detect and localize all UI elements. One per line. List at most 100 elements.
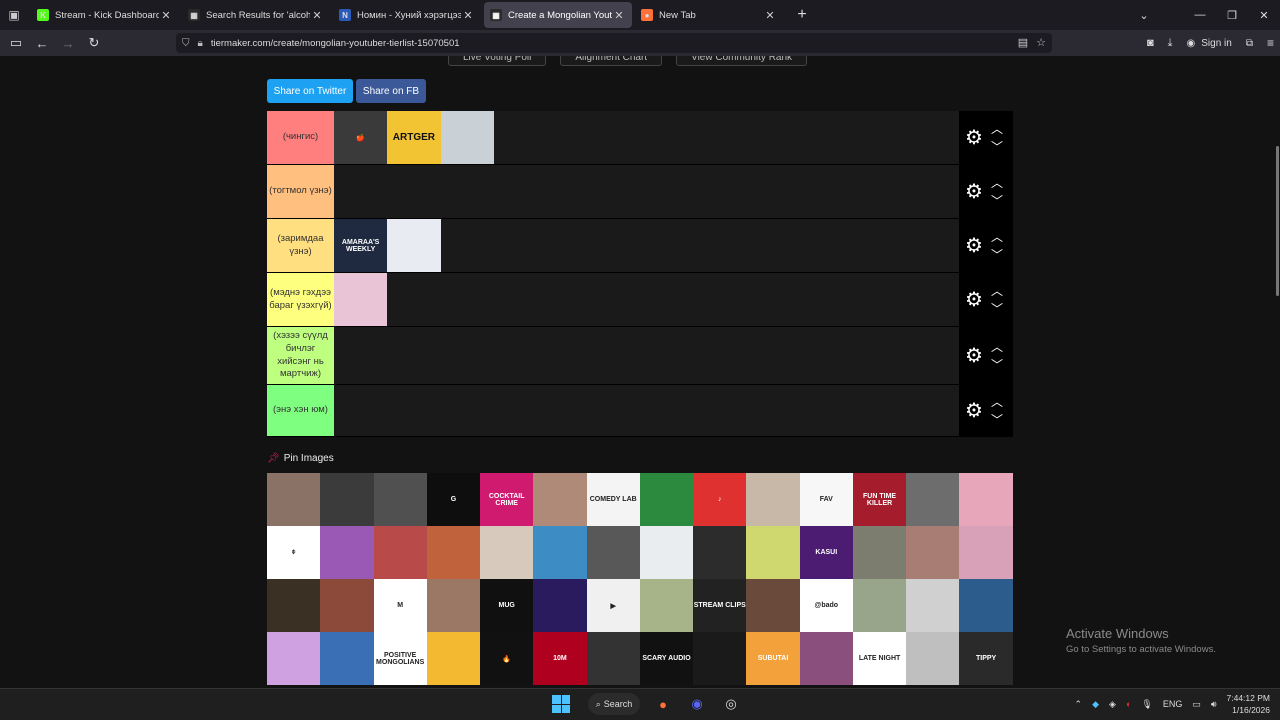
gear-icon[interactable]: ⚙ bbox=[961, 287, 987, 312]
tier-label[interactable]: (хэзээ сүүлд бичлэг хийсэнг нь мартчиж) bbox=[267, 327, 334, 384]
pool-image[interactable] bbox=[320, 526, 374, 579]
tab-close-icon[interactable]: ✕ bbox=[763, 9, 777, 22]
move-up-icon[interactable]: ︿ bbox=[991, 282, 1003, 300]
page-scrollbar[interactable] bbox=[1276, 146, 1279, 296]
pool-image[interactable]: @bado bbox=[799, 579, 853, 632]
pool-image[interactable] bbox=[426, 632, 481, 685]
language-indicator[interactable]: ENG bbox=[1163, 699, 1183, 709]
reload-icon[interactable]: ↻ bbox=[82, 31, 106, 55]
move-down-icon[interactable]: ﹀ bbox=[991, 411, 1003, 429]
tab-overview-icon[interactable]: ▣ bbox=[0, 0, 28, 30]
move-down-icon[interactable]: ﹀ bbox=[991, 300, 1003, 318]
browser-tab[interactable]: ● New Tab ✕ bbox=[635, 2, 783, 28]
pool-image[interactable]: ♪ bbox=[693, 473, 747, 526]
live-voting-poll-button[interactable]: Live Voting Poll bbox=[448, 56, 547, 66]
pool-image[interactable]: ⌽ bbox=[267, 526, 321, 579]
pool-image[interactable] bbox=[267, 579, 321, 632]
pool-image[interactable] bbox=[426, 526, 481, 579]
gear-icon[interactable]: ⚙ bbox=[961, 343, 987, 368]
apple-logo-image[interactable]: 🍎 bbox=[334, 111, 388, 164]
gear-icon[interactable]: ⚙ bbox=[961, 125, 987, 150]
pool-image[interactable]: G bbox=[426, 473, 481, 526]
pool-image[interactable] bbox=[533, 473, 587, 526]
tier-drop-zone[interactable] bbox=[334, 273, 959, 326]
address-bar[interactable]: ⛉ 🔒︎ tiermaker.com/create/mongolian-yout… bbox=[176, 33, 1052, 53]
pool-image[interactable]: LATE NIGHT bbox=[852, 632, 907, 685]
gear-icon[interactable]: ⚙ bbox=[961, 179, 987, 204]
pool-image[interactable] bbox=[693, 632, 747, 685]
lock-icon[interactable]: 🔒︎ bbox=[198, 38, 203, 49]
pool-image[interactable] bbox=[639, 473, 694, 526]
pool-image[interactable] bbox=[267, 473, 321, 526]
pool-image[interactable] bbox=[639, 526, 694, 579]
pool-image[interactable] bbox=[426, 579, 481, 632]
pool-image[interactable] bbox=[799, 632, 853, 685]
reader-view-icon[interactable]: ▤ bbox=[1018, 36, 1028, 49]
url-text[interactable]: tiermaker.com/create/mongolian-youtuber-… bbox=[211, 38, 460, 49]
tier-label[interactable]: (тогтмол үзнэ) bbox=[267, 165, 334, 218]
pool-image[interactable] bbox=[373, 526, 427, 579]
pool-image[interactable]: COCKTAIL CRIME bbox=[480, 473, 534, 526]
pool-image[interactable] bbox=[533, 579, 587, 632]
microphone-icon[interactable]: 🎙︎ bbox=[1141, 699, 1152, 710]
discord-taskbar-icon[interactable]: ◉ bbox=[686, 693, 708, 715]
pool-image[interactable] bbox=[906, 526, 960, 579]
bookmark-star-icon[interactable]: ☆ bbox=[1036, 36, 1046, 49]
tier-label[interactable]: (мэднэ гэхдээ бараг үзэхгүй) bbox=[267, 273, 334, 326]
windows-start-icon[interactable] bbox=[552, 695, 570, 713]
list-all-tabs-icon[interactable]: ⌄ bbox=[1128, 9, 1160, 22]
gear-icon[interactable]: ⚙ bbox=[961, 233, 987, 258]
pool-image[interactable] bbox=[480, 526, 534, 579]
tab-close-icon[interactable]: ✕ bbox=[461, 9, 475, 22]
browser-tab[interactable]: ▦ Search Results for 'alcohol' - Tie✕ bbox=[182, 2, 330, 28]
shield-icon[interactable]: ⛉ bbox=[182, 38, 190, 49]
two-girls-podcast-image[interactable] bbox=[334, 273, 388, 326]
clock[interactable]: 7:44:12 PM 1/16/2026 bbox=[1227, 692, 1270, 716]
tab-close-icon[interactable]: ✕ bbox=[310, 9, 324, 22]
pool-image[interactable] bbox=[906, 473, 960, 526]
pool-image[interactable]: 🔥 bbox=[480, 632, 534, 685]
steam-tray-icon[interactable]: ◈ bbox=[1109, 699, 1116, 710]
move-up-icon[interactable]: ︿ bbox=[991, 120, 1003, 138]
minimize-icon[interactable]: — bbox=[1184, 9, 1216, 21]
alignment-chart-button[interactable]: Alignment Chart bbox=[560, 56, 663, 66]
tray-app2-icon[interactable]: ◐ bbox=[1126, 699, 1131, 709]
pool-image[interactable]: TIPPY bbox=[959, 632, 1013, 685]
pool-image[interactable] bbox=[906, 632, 960, 685]
back-icon[interactable]: ← bbox=[30, 31, 54, 55]
globe-logo-image[interactable] bbox=[387, 219, 441, 272]
pool-image[interactable] bbox=[639, 579, 694, 632]
menu-icon[interactable]: ≡ bbox=[1267, 36, 1274, 50]
obs-taskbar-icon[interactable]: ◎ bbox=[720, 693, 742, 715]
firefox-taskbar-icon[interactable]: ● bbox=[652, 693, 674, 715]
pool-image[interactable]: ▶ bbox=[586, 579, 640, 632]
tier-drop-zone[interactable]: 🍎 ARTGER bbox=[334, 111, 959, 164]
share-twitter-button[interactable]: Share on Twitter bbox=[267, 79, 353, 103]
pool-image[interactable]: FAV bbox=[799, 473, 853, 526]
view-community-rank-button[interactable]: View Community Rank bbox=[676, 56, 808, 66]
pool-image[interactable] bbox=[533, 526, 587, 579]
pool-image[interactable]: KASUI bbox=[799, 526, 853, 579]
pool-image[interactable]: SUBUTAI bbox=[746, 632, 800, 685]
pool-image[interactable]: COMEDY LAB bbox=[586, 473, 640, 526]
restore-icon[interactable]: ❐ bbox=[1216, 9, 1248, 22]
tier-label[interactable]: (заримдаа үзнэ) bbox=[267, 219, 334, 272]
move-down-icon[interactable]: ﹀ bbox=[991, 192, 1003, 210]
pool-image[interactable]: 10M bbox=[533, 632, 587, 685]
tier-drop-zone[interactable] bbox=[334, 385, 959, 436]
sign-in-button[interactable]: Sign in bbox=[1201, 38, 1232, 49]
pool-image[interactable] bbox=[906, 579, 960, 632]
pool-image[interactable] bbox=[959, 579, 1013, 632]
move-up-icon[interactable]: ︿ bbox=[991, 338, 1003, 356]
extensions-icon[interactable]: ⧉ bbox=[1246, 38, 1253, 49]
pool-image[interactable]: STREAM CLIPS bbox=[693, 579, 747, 632]
move-up-icon[interactable]: ︿ bbox=[991, 174, 1003, 192]
move-up-icon[interactable]: ︿ bbox=[991, 393, 1003, 411]
pool-image[interactable] bbox=[586, 632, 640, 685]
tray-app-icon[interactable]: ◆ bbox=[1092, 699, 1099, 710]
tier-drop-zone[interactable] bbox=[334, 165, 959, 218]
sidebar-icon[interactable]: ▭ bbox=[4, 31, 28, 55]
pool-image[interactable] bbox=[852, 526, 907, 579]
close-window-icon[interactable]: ✕ bbox=[1248, 9, 1280, 22]
volume-icon[interactable]: 🔊︎ bbox=[1211, 699, 1217, 710]
